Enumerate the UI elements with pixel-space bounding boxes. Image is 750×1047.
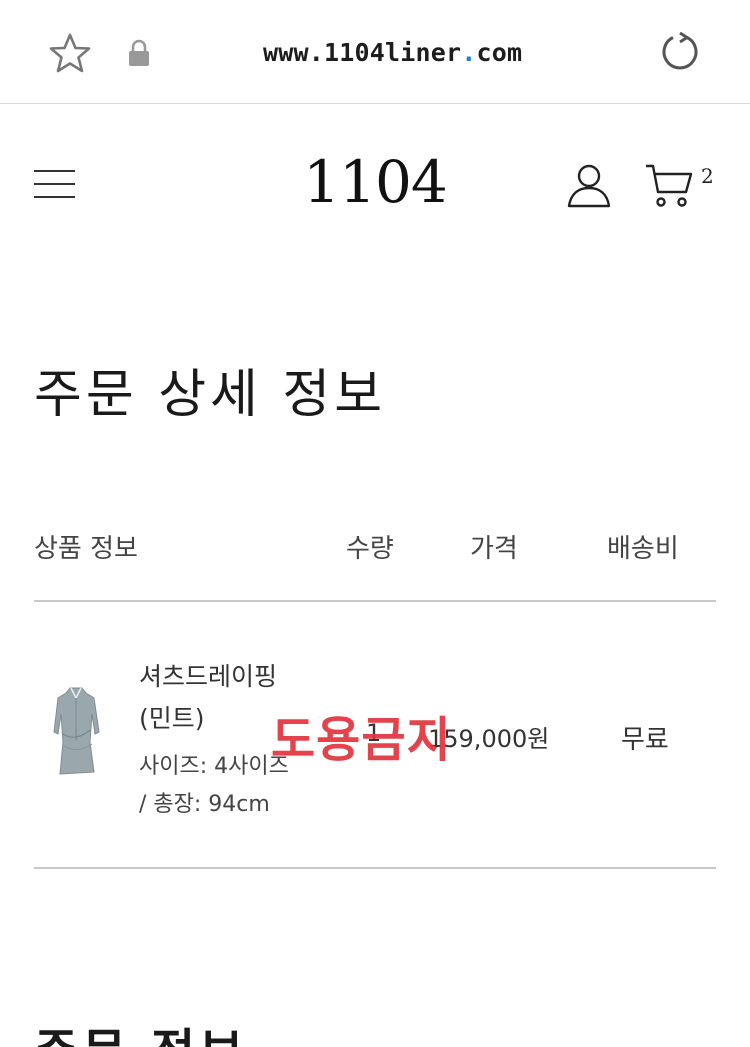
url-text[interactable]: www.1104liner.com [263,38,522,67]
product-shipping-fee: 무료 [621,725,669,755]
reload-icon[interactable] [658,30,702,74]
divider [34,600,716,602]
lock-icon [129,39,149,66]
url-prefix: www.1104liner [263,38,462,67]
product-name-line1: 셔츠드레이핑 [139,662,278,691]
watermark-overlay: 도용금지 [271,712,452,768]
column-header-price: 가격 [470,534,518,564]
page-title: 주문 상세 정보 [34,365,387,425]
url-suffix: com [476,38,523,67]
browser-address-bar: www.1104liner.com [0,0,750,104]
product-thumbnail[interactable] [50,684,102,780]
cart-icon[interactable] [644,162,696,210]
url-dot: . [461,38,477,67]
site-header: 1104 2 [0,104,750,274]
star-icon[interactable] [48,32,92,76]
section-title-order-info: 주문 정보 [34,1012,247,1047]
product-option-length: / 총장: 94cm [139,792,270,817]
column-header-product: 상품 정보 [34,534,138,564]
cart-count-badge: 2 [701,164,714,188]
user-icon[interactable] [566,162,612,210]
column-header-shipping: 배송비 [607,534,679,564]
column-header-quantity: 수량 [346,534,394,564]
divider [34,867,716,869]
site-logo[interactable]: 1104 [0,148,750,216]
